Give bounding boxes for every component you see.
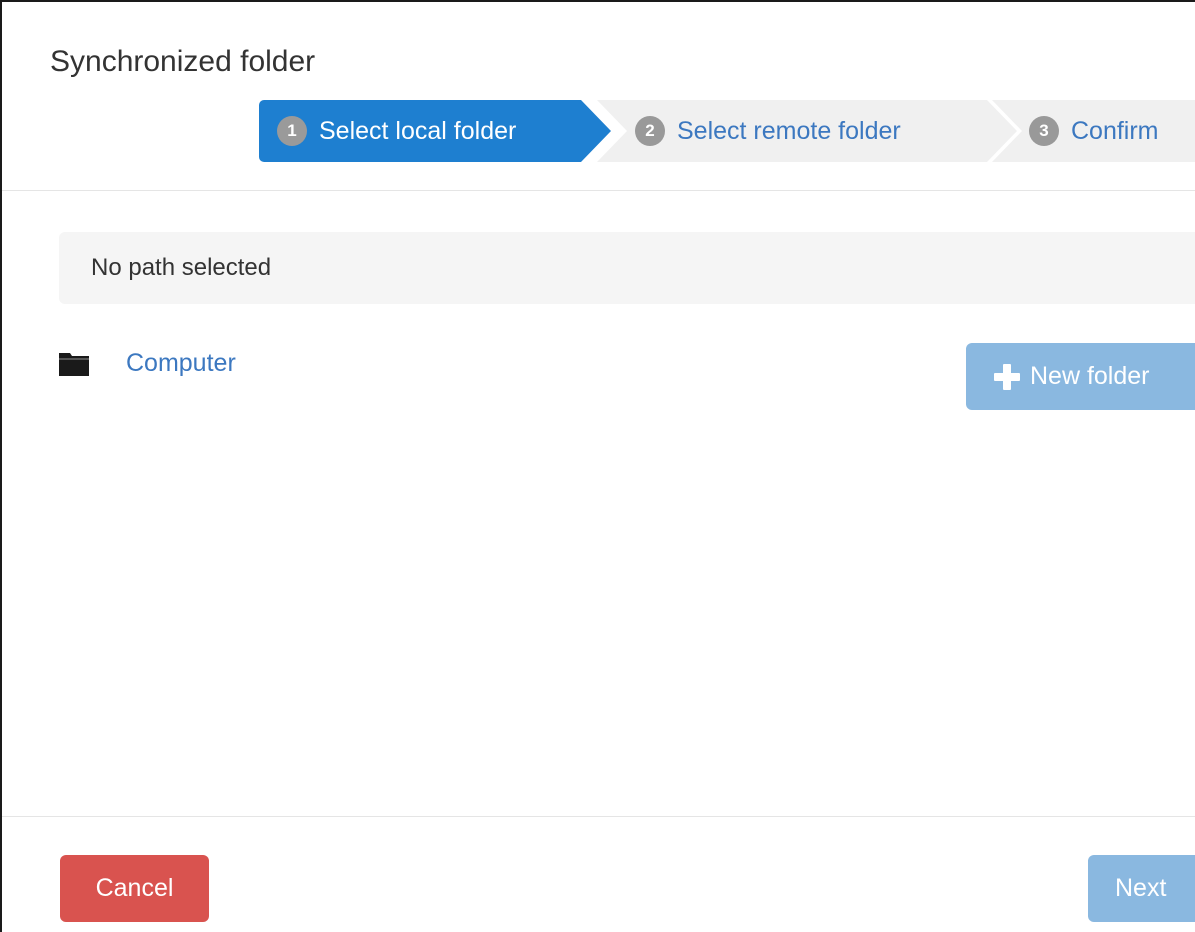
step-number-badge: 3	[1029, 116, 1059, 146]
step-number-badge: 2	[635, 116, 665, 146]
selected-path-text: No path selected	[91, 254, 272, 281]
wizard-step-label: Confirm	[1071, 116, 1159, 145]
folder-icon	[58, 349, 90, 377]
new-folder-button[interactable]: New folder	[966, 343, 1195, 410]
tree-item-computer[interactable]: Computer	[58, 345, 236, 381]
step-number-badge: 1	[277, 116, 307, 146]
wizard-step-select-local-folder[interactable]: 1 Select local folder	[259, 100, 611, 162]
dialog: Synchronized folder 1 Select local folde…	[0, 0, 1195, 932]
wizard-steps: 1 Select local folder 2 Select remote fo…	[259, 100, 1195, 162]
selected-path-bar: No path selected	[59, 232, 1195, 304]
wizard-step-confirm[interactable]: 3 Confirm	[992, 100, 1195, 162]
wizard-step-label: Select local folder	[319, 116, 517, 145]
wizard-step-content: 1 Select local folder	[277, 116, 516, 146]
plus-icon	[994, 363, 1020, 390]
wizard-step-content: 3 Confirm	[1029, 116, 1159, 146]
wizard-step-label: Select remote folder	[677, 116, 901, 145]
wizard-step-content: 2 Select remote folder	[635, 116, 901, 146]
wizard-step-select-remote-folder[interactable]: 2 Select remote folder	[597, 100, 1017, 162]
new-folder-label: New folder	[1030, 362, 1150, 390]
cancel-button[interactable]: Cancel	[60, 855, 209, 922]
footer-divider	[2, 816, 1195, 817]
header-divider	[2, 190, 1195, 191]
next-button[interactable]: Next	[1088, 855, 1195, 922]
dialog-title: Synchronized folder	[50, 45, 316, 78]
tree-item-label[interactable]: Computer	[126, 349, 236, 378]
